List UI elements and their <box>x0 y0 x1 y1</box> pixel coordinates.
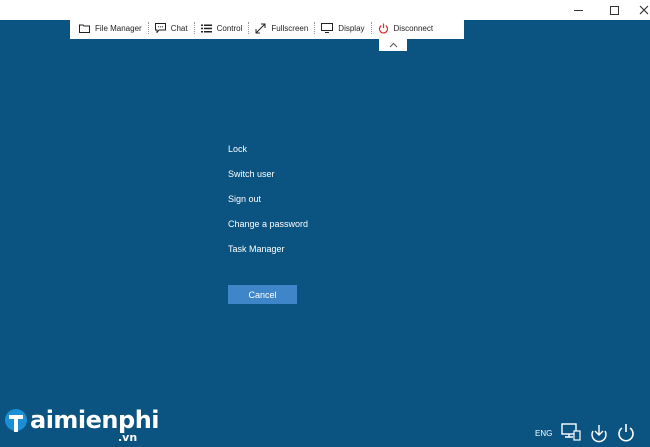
security-options-menu: Lock Switch user Sign out Change a passw… <box>228 143 308 268</box>
folder-icon <box>79 24 90 33</box>
chat-icon <box>154 23 166 33</box>
close-icon <box>639 5 649 15</box>
change-password-option[interactable]: Change a password <box>228 218 308 243</box>
display-button[interactable]: Display <box>315 17 370 39</box>
disconnect-label: Disconnect <box>393 23 434 33</box>
control-button[interactable]: Control <box>195 17 249 39</box>
file-manager-button[interactable]: File Manager <box>70 17 148 39</box>
ease-of-access-icon <box>591 425 607 443</box>
close-button[interactable] <box>628 0 650 20</box>
network-icon <box>561 423 581 441</box>
language-indicator[interactable]: ENG <box>535 429 552 438</box>
logo-main-text: aimienphi <box>30 406 160 434</box>
expand-icon <box>255 23 266 33</box>
logo-mark-icon <box>5 409 27 432</box>
network-button[interactable] <box>561 423 581 446</box>
maximize-icon <box>609 5 619 15</box>
logo-sub-text: .vn <box>118 431 138 444</box>
minimize-button[interactable] <box>562 0 594 20</box>
power-icon <box>378 23 388 33</box>
maximize-button[interactable] <box>598 0 630 20</box>
chevron-up-icon <box>389 42 397 48</box>
chat-button[interactable]: Chat <box>149 17 194 39</box>
power-button[interactable] <box>617 423 635 447</box>
power-icon <box>618 424 634 442</box>
remote-toolbar: File Manager Chat Control Fullscreen Dis… <box>70 17 464 39</box>
sign-out-option[interactable]: Sign out <box>228 193 308 218</box>
display-label: Display <box>338 23 365 33</box>
fullscreen-label: Fullscreen <box>271 23 309 33</box>
list-icon <box>200 24 212 32</box>
file-manager-label: File Manager <box>95 23 142 33</box>
cancel-button[interactable]: Cancel <box>228 285 297 304</box>
disconnect-button[interactable]: Disconnect <box>372 17 440 39</box>
ease-of-access-button[interactable] <box>589 423 609 447</box>
collapse-toolbar-button[interactable] <box>379 39 407 51</box>
fullscreen-button[interactable]: Fullscreen <box>249 17 314 39</box>
chat-label: Chat <box>170 23 188 33</box>
lock-option[interactable]: Lock <box>228 143 308 168</box>
switch-user-option[interactable]: Switch user <box>228 168 308 193</box>
control-label: Control <box>216 23 243 33</box>
minimize-icon <box>573 9 583 11</box>
monitor-icon <box>321 23 334 33</box>
task-manager-option[interactable]: Task Manager <box>228 243 308 268</box>
